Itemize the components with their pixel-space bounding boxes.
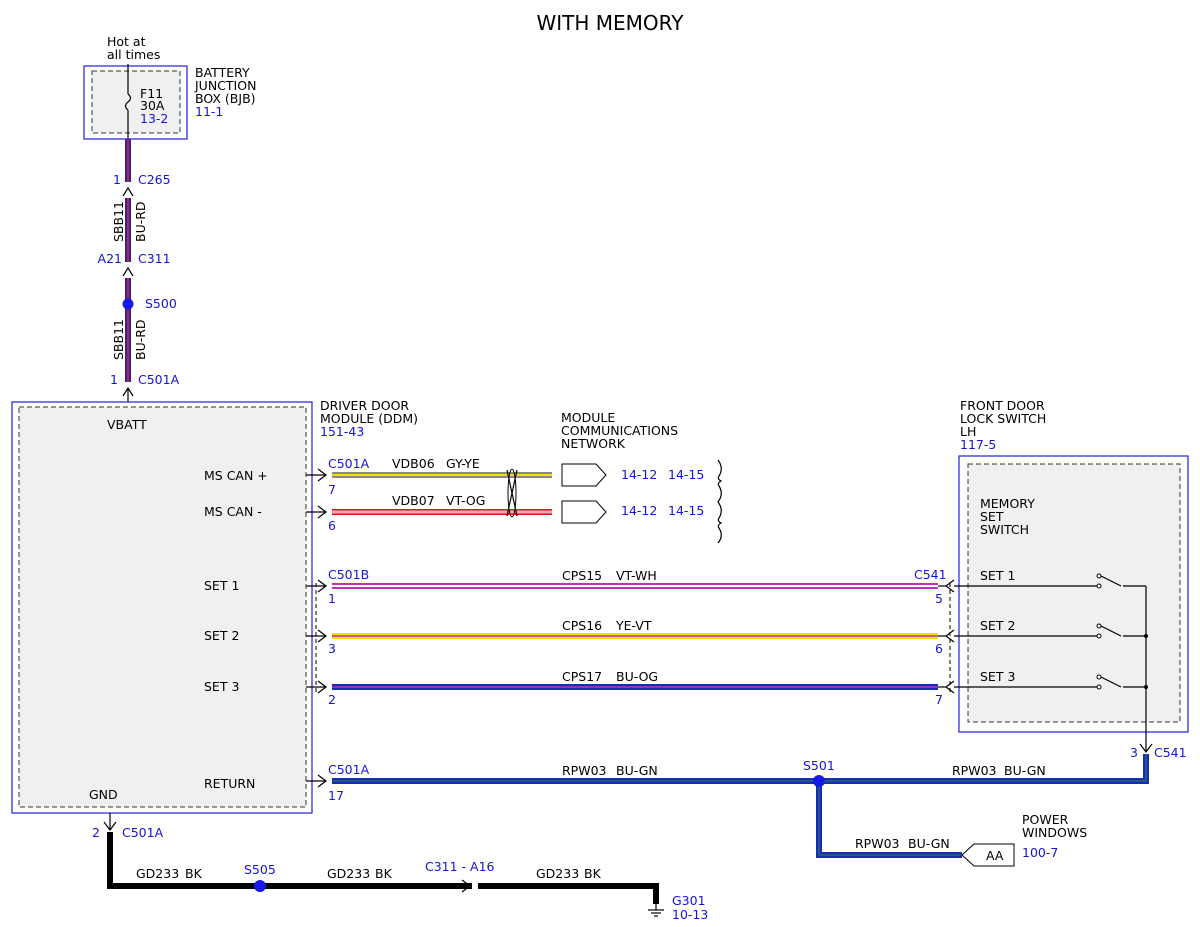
cps15-color: VT-WH bbox=[616, 568, 657, 583]
cps16-circuit: CPS16 bbox=[562, 618, 602, 633]
s501-splice bbox=[813, 775, 825, 787]
can-minus-flag-icon bbox=[561, 500, 607, 524]
c541-connector: C541 bbox=[914, 567, 947, 582]
c311-label: C311 bbox=[138, 251, 171, 266]
power-windows-ref: 100-7 bbox=[1022, 845, 1058, 860]
gd233-circuit-3: GD233 bbox=[536, 866, 579, 881]
bjb-box bbox=[83, 65, 188, 140]
s500-label: S500 bbox=[145, 296, 177, 311]
sbb11-color-2: BU-RD bbox=[133, 319, 148, 360]
sbb11-circuit-2: SBB11 bbox=[111, 319, 126, 360]
c265-label: C265 bbox=[138, 172, 171, 187]
ddm-pin-set1: SET 1 bbox=[204, 578, 239, 593]
network-brace-icon bbox=[717, 459, 723, 544]
switch-inner-3: SWITCH bbox=[980, 522, 1029, 537]
c501a-vbatt-pin: 1 bbox=[110, 372, 118, 387]
set3-ddm-pin: 2 bbox=[328, 692, 336, 707]
ddm-box bbox=[11, 401, 313, 814]
vdb07-color: VT-OG bbox=[446, 493, 485, 508]
can-plus-flag-icon bbox=[561, 463, 607, 487]
vdb06-circuit: VDB06 bbox=[392, 456, 435, 471]
can-minus-ref1: 14-12 bbox=[621, 503, 657, 518]
rpw03-right-circuit: RPW03 bbox=[952, 763, 997, 778]
ddm-pin-ms-can-plus: MS CAN + bbox=[204, 468, 268, 483]
can-plus-ref2: 14-15 bbox=[668, 467, 704, 482]
set2-ddm-pin: 3 bbox=[328, 641, 336, 656]
rpw03-right-color: BU-GN bbox=[1004, 763, 1046, 778]
vdb06-color: GY-YE bbox=[446, 456, 480, 471]
c311-connector-arrow bbox=[122, 266, 134, 277]
diagram-title: WITH MEMORY bbox=[536, 11, 684, 35]
sbb11-color-1: BU-RD bbox=[133, 201, 148, 242]
wiring-diagram: WITH MEMORY Hot at all times BATTERY JUN… bbox=[11, 11, 1189, 922]
rpw03-left-color: BU-GN bbox=[616, 763, 658, 778]
vdb07-circuit: VDB07 bbox=[392, 493, 435, 508]
sbb11-circuit-1: SBB11 bbox=[111, 201, 126, 242]
gd233-circuit-1: GD233 bbox=[136, 866, 179, 881]
ground-icon bbox=[648, 904, 664, 917]
gnd-connector: C501A bbox=[122, 825, 164, 840]
gnd-pin: 2 bbox=[92, 825, 100, 840]
can-plus-ref1: 14-12 bbox=[621, 467, 657, 482]
rpw03-left-circuit: RPW03 bbox=[562, 763, 607, 778]
ddm-ref: 151-43 bbox=[320, 424, 364, 439]
gd233-color-1: BK bbox=[185, 866, 203, 881]
bjb-ref: 11-1 bbox=[195, 104, 223, 119]
gd233-color-2: BK bbox=[375, 866, 393, 881]
ddm-vbatt: VBATT bbox=[107, 417, 147, 432]
switch-ref: 117-5 bbox=[960, 437, 996, 452]
aa-label: AA bbox=[986, 848, 1004, 863]
ddm-inner bbox=[18, 406, 307, 808]
rpw03-branch-color: BU-GN bbox=[908, 836, 950, 851]
c541-out-label: C541 bbox=[1154, 745, 1187, 760]
s501-label: S501 bbox=[803, 758, 835, 773]
c311-a16-label: C311 - A16 bbox=[425, 859, 495, 874]
cps17-circuit: CPS17 bbox=[562, 669, 602, 684]
ddm-gnd: GND bbox=[89, 787, 118, 802]
c541-out-pin: 3 bbox=[1130, 745, 1138, 760]
can-minus-pin: 6 bbox=[328, 518, 336, 533]
rpw03-branch-circuit: RPW03 bbox=[855, 836, 900, 851]
network-title-3: NETWORK bbox=[561, 436, 626, 451]
ddm-pin-return: RETURN bbox=[204, 776, 255, 791]
c265-pin: 1 bbox=[113, 172, 121, 187]
return-connector: C501A bbox=[328, 762, 370, 777]
c541-pin-6: 6 bbox=[935, 641, 943, 656]
g301-label: G301 bbox=[672, 893, 706, 908]
cps15-circuit: CPS15 bbox=[562, 568, 602, 583]
set1-ddm-connector: C501B bbox=[328, 567, 369, 582]
hot-at-label-2: all times bbox=[107, 47, 160, 62]
set1-ddm-pin: 1 bbox=[328, 591, 336, 606]
g301-ref: 10-13 bbox=[672, 907, 708, 922]
c311-pin: A21 bbox=[98, 251, 122, 266]
c501a-vbatt-label: C501A bbox=[138, 372, 180, 387]
ddm-pin-set3: SET 3 bbox=[204, 679, 239, 694]
gd233-circuit-2: GD233 bbox=[327, 866, 370, 881]
can-connector: C501A bbox=[328, 456, 370, 471]
cps17-color: BU-OG bbox=[616, 669, 658, 684]
s505-splice bbox=[254, 880, 266, 892]
c541-pin-5: 5 bbox=[935, 591, 943, 606]
gd233-color-3: BK bbox=[584, 866, 602, 881]
switch-set2-label: SET 2 bbox=[980, 618, 1015, 633]
c541-pin-7: 7 bbox=[935, 692, 943, 707]
switch-set3-label: SET 3 bbox=[980, 669, 1015, 684]
power-windows-2: WINDOWS bbox=[1022, 825, 1087, 840]
can-plus-pin: 7 bbox=[328, 482, 336, 497]
return-pin: 17 bbox=[328, 788, 344, 803]
ddm-pin-set2: SET 2 bbox=[204, 628, 239, 643]
can-minus-ref2: 14-15 bbox=[668, 503, 704, 518]
s500-splice bbox=[122, 298, 134, 310]
c265-connector-arrow bbox=[122, 186, 134, 197]
cps16-color: YE-VT bbox=[615, 618, 652, 633]
switch-set1-label: SET 1 bbox=[980, 568, 1015, 583]
s505-label: S505 bbox=[244, 862, 276, 877]
ddm-pin-ms-can-minus: MS CAN - bbox=[204, 504, 262, 519]
fuse-ref: 13-2 bbox=[140, 111, 168, 126]
